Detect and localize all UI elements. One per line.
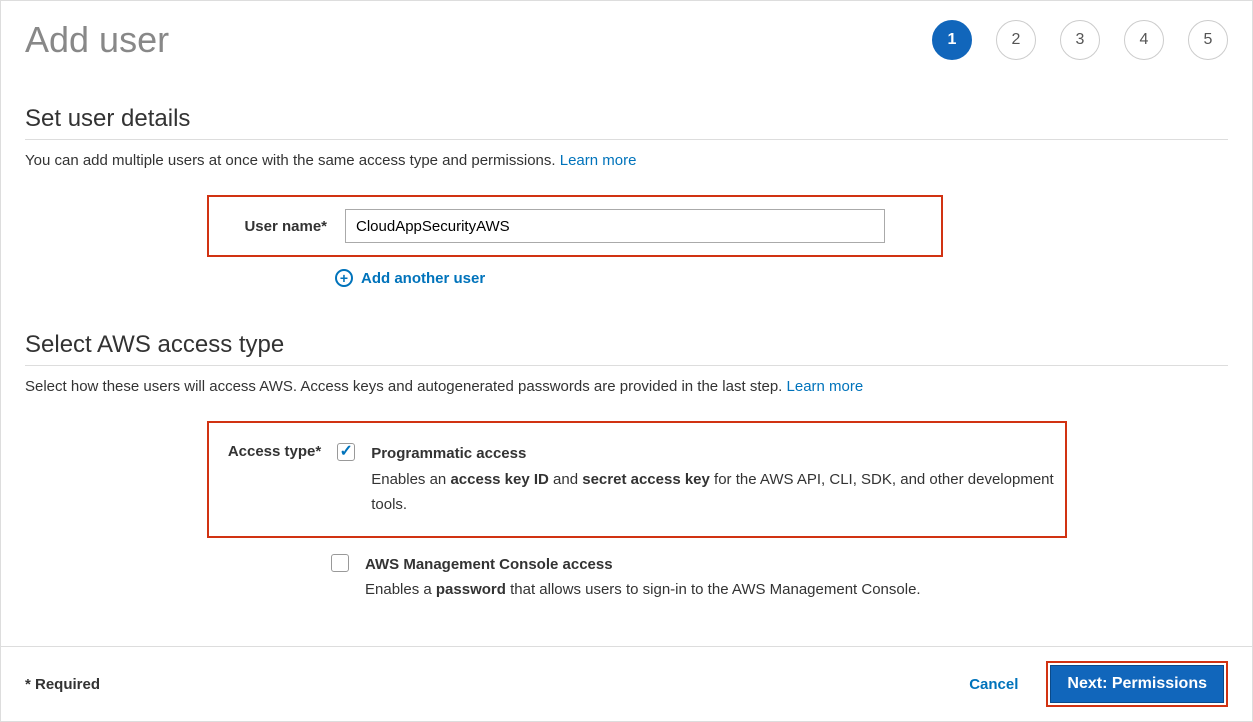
access-type-title: Select AWS access type: [25, 331, 1228, 359]
console-access-option-title: AWS Management Console access: [365, 556, 613, 573]
learn-more-link[interactable]: Learn more: [787, 378, 864, 395]
user-details-description: You can add multiple users at once with …: [25, 152, 1228, 169]
console-access-text: AWS Management Console access Enables a …: [365, 552, 921, 603]
access-type-label: Access type*: [219, 441, 321, 460]
access-type-desc-text: Select how these users will access AWS. …: [25, 378, 787, 395]
console-access-checkbox[interactable]: [331, 554, 349, 572]
divider: [25, 365, 1228, 366]
footer-bar: * Required Cancel Next: Permissions: [1, 646, 1252, 721]
wizard-stepper: 1 2 3 4 5: [932, 20, 1228, 60]
add-another-user-label: Add another user: [361, 270, 485, 287]
required-note: * Required: [25, 676, 100, 693]
add-another-user-button[interactable]: + Add another user: [335, 269, 943, 287]
step-4[interactable]: 4: [1124, 20, 1164, 60]
access-type-description: Select how these users will access AWS. …: [25, 378, 1228, 395]
user-details-desc-text: You can add multiple users at once with …: [25, 152, 560, 169]
user-details-title: Set user details: [25, 105, 1228, 133]
user-details-section: Set user details You can add multiple us…: [25, 105, 1228, 287]
cancel-button[interactable]: Cancel: [969, 676, 1018, 693]
username-label: User name*: [219, 218, 327, 235]
programmatic-access-checkbox[interactable]: [337, 443, 355, 461]
programmatic-access-text: Programmatic access Enables an access ke…: [371, 441, 1055, 518]
programmatic-access-highlight: Access type* Programmatic access Enables…: [207, 421, 1067, 538]
step-2[interactable]: 2: [996, 20, 1036, 60]
learn-more-link[interactable]: Learn more: [560, 152, 637, 169]
step-3[interactable]: 3: [1060, 20, 1100, 60]
username-input[interactable]: [345, 209, 885, 243]
step-5[interactable]: 5: [1188, 20, 1228, 60]
next-button-highlight: Next: Permissions: [1046, 661, 1228, 707]
plus-circle-icon: +: [335, 269, 353, 287]
username-highlight: User name*: [207, 195, 943, 257]
page-title: Add user: [25, 19, 169, 61]
divider: [25, 139, 1228, 140]
step-1[interactable]: 1: [932, 20, 972, 60]
access-type-section: Select AWS access type Select how these …: [25, 331, 1228, 609]
programmatic-access-option-title: Programmatic access: [371, 445, 526, 462]
next-permissions-button[interactable]: Next: Permissions: [1050, 665, 1224, 703]
